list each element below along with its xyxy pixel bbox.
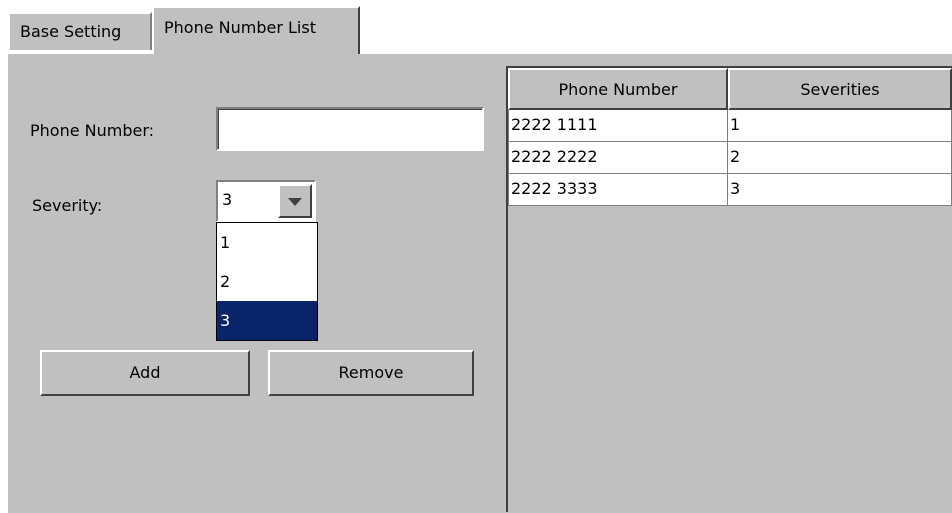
table-cell-phone[interactable]: 2222 2222 xyxy=(508,142,728,174)
severity-option-2[interactable]: 2 xyxy=(217,262,317,301)
table-cell-severity[interactable]: 3 xyxy=(727,174,952,206)
phone-number-table: Phone Number Severities 2222 1111 1 2222… xyxy=(506,66,952,512)
chevron-down-icon xyxy=(288,198,302,206)
column-header-severities[interactable]: Severities xyxy=(728,68,952,110)
tab-base-setting[interactable]: Base Setting xyxy=(8,12,152,50)
severity-dropdown-button[interactable] xyxy=(278,184,312,218)
table-cell-severity[interactable]: 2 xyxy=(727,142,952,174)
severity-selected-value: 3 xyxy=(222,190,233,209)
phone-number-input[interactable] xyxy=(216,107,484,151)
severity-combobox[interactable]: 3 xyxy=(216,180,316,222)
tab-strip: Base Setting Phone Number List xyxy=(0,0,952,54)
severity-option-1[interactable]: 1 xyxy=(217,223,317,262)
add-button[interactable]: Add xyxy=(40,350,250,396)
remove-button[interactable]: Remove xyxy=(268,350,474,396)
table-cell-phone[interactable]: 2222 3333 xyxy=(508,174,728,206)
table-cell-severity[interactable]: 1 xyxy=(727,110,952,142)
tab-phone-number-list[interactable]: Phone Number List xyxy=(152,6,360,54)
table-cell-phone[interactable]: 2222 1111 xyxy=(508,110,728,142)
column-header-phone-number[interactable]: Phone Number xyxy=(508,68,728,110)
severity-dropdown-list: 1 2 3 xyxy=(216,222,318,341)
severity-option-3[interactable]: 3 xyxy=(217,301,317,340)
severity-label: Severity: xyxy=(32,196,103,215)
phone-number-label: Phone Number: xyxy=(30,121,155,140)
